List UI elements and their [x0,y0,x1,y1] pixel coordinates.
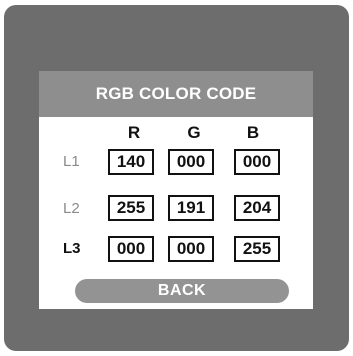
l3-b-value[interactable]: 255 [234,236,280,262]
row-label-l3: L3 [63,240,81,257]
l2-b-value[interactable]: 204 [234,195,280,221]
row-label-l1: L1 [63,153,80,170]
column-header-r: R [127,123,141,142]
column-header-g: G [187,123,201,142]
row-label-l2: L2 [63,200,80,217]
l2-r-value[interactable]: 255 [108,195,154,221]
l1-b-value[interactable]: 000 [234,149,280,175]
l2-g-value[interactable]: 191 [168,195,214,221]
l3-g-value[interactable]: 000 [168,236,214,262]
rgb-code-panel: RGB COLOR CODE R G B L1 140 000 000 L2 2… [39,71,313,309]
l1-g-value[interactable]: 000 [168,149,214,175]
l1-r-value[interactable]: 140 [108,149,154,175]
back-button[interactable]: BACK [75,279,289,303]
panel-title: RGB COLOR CODE [39,71,313,117]
column-header-b: B [246,123,260,142]
l3-r-value[interactable]: 000 [108,236,154,262]
